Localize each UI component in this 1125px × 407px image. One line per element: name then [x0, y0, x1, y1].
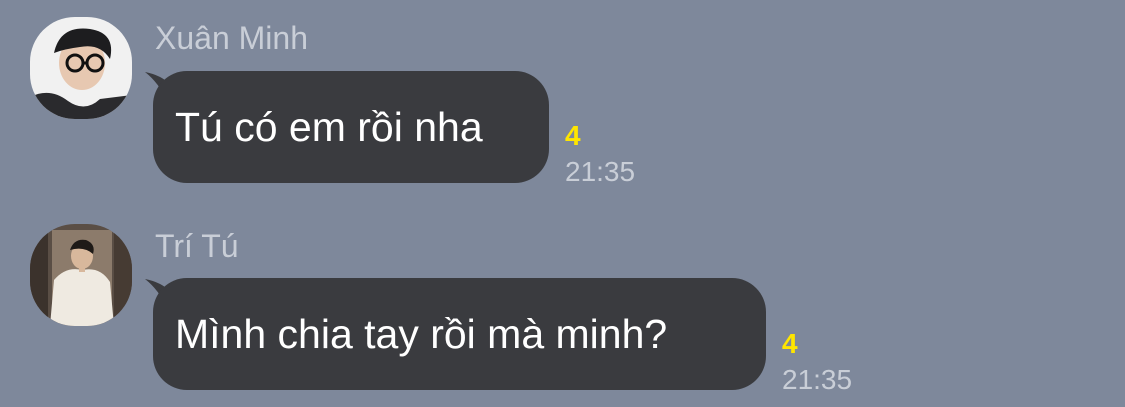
avatar-photo-icon	[30, 224, 132, 326]
chat-message: Trí Tú Mình chia tay rồi mà minh? 4 21:3…	[0, 208, 1125, 407]
avatar-photo-icon	[30, 17, 132, 119]
message-timestamp: 21:35	[565, 156, 636, 187]
message-bubble[interactable]: Mình chia tay rồi mà minh?	[153, 278, 766, 390]
message-timestamp: 21:35	[782, 364, 853, 395]
chat-message: Xuân Minh Tú có em rồi nha 4 21:35	[0, 0, 1125, 200]
sender-avatar[interactable]	[30, 224, 132, 326]
sender-avatar[interactable]	[30, 17, 132, 119]
message-bubble[interactable]: Tú có em rồi nha	[153, 71, 549, 183]
unread-count-badge: 4	[782, 328, 798, 359]
unread-count-badge: 4	[565, 120, 581, 151]
sender-name: Xuân Minh	[155, 20, 308, 56]
sender-name: Trí Tú	[155, 228, 239, 264]
